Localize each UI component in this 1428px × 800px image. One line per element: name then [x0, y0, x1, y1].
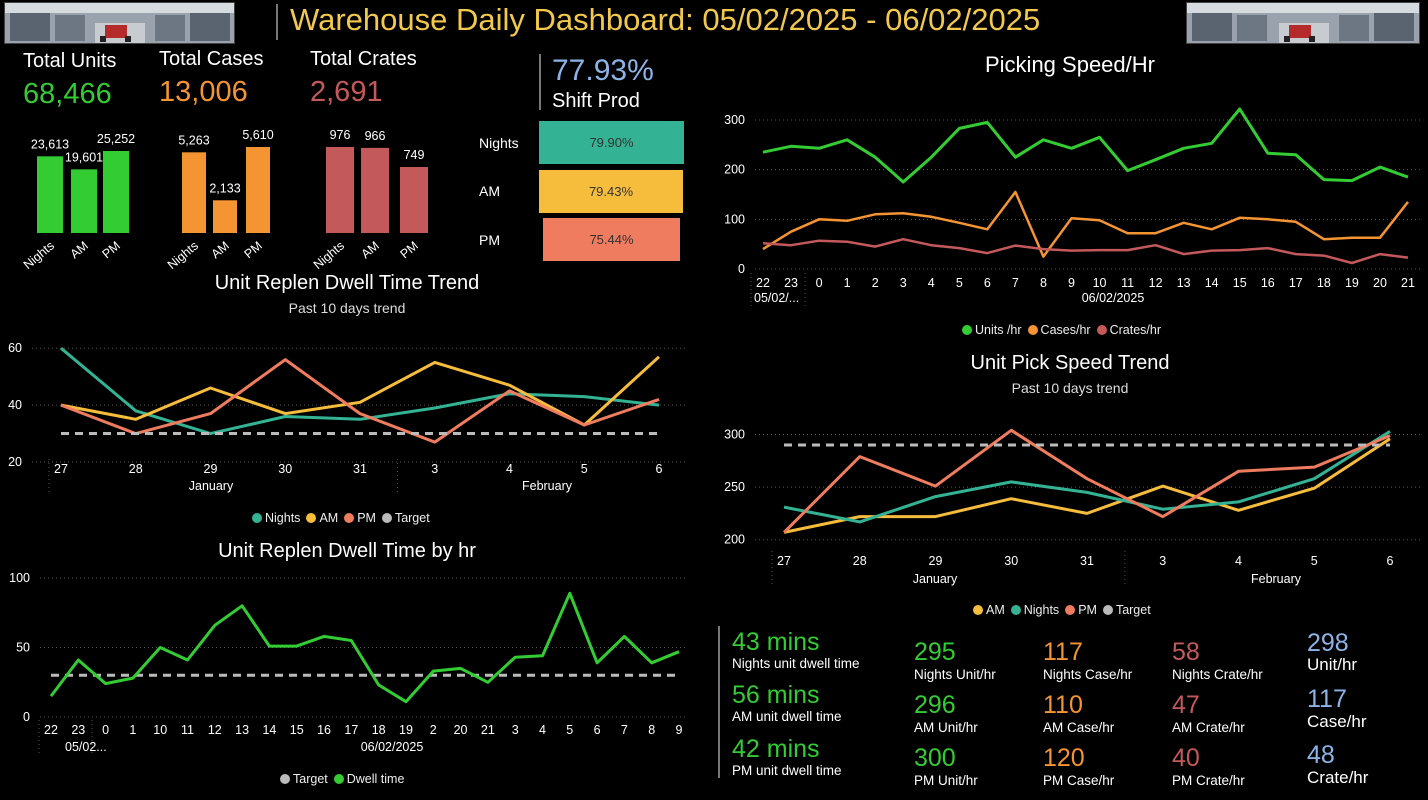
pm-crate-rate: 40 [1172, 744, 1200, 772]
am-dwell-value: 56 mins [732, 681, 820, 709]
am-case-rate: 110 [1043, 691, 1083, 719]
total-unit-rate: 298 [1307, 629, 1349, 657]
am-case-rate-label: AM Case/hr [1043, 720, 1115, 735]
dwell-stats-divider [718, 626, 720, 778]
am-crate-rate-label: AM Crate/hr [1172, 720, 1245, 735]
total-crate-rate: 48 [1307, 741, 1335, 769]
pick-speed-trend-ytick-label: 200 [724, 533, 745, 547]
am-crate-rate: 47 [1172, 691, 1200, 719]
total-crate-rate-label: Crate/hr [1307, 768, 1369, 787]
legend-am-speed: AM [973, 603, 1005, 617]
total-case-rate: 117 [1307, 685, 1347, 713]
pm-case-rate: 120 [1043, 744, 1085, 772]
total-case-rate-label: Case/hr [1307, 712, 1367, 731]
nights-crate-rate-label: Nights Crate/hr [1172, 667, 1263, 682]
pick-speed-trend-xtick-label: 3 [1159, 554, 1166, 568]
am-unit-rate-label: AM Unit/hr [914, 720, 978, 735]
pick-speed-trend-group-label: January [913, 572, 958, 586]
pick-speed-trend-xtick-label: 6 [1387, 554, 1394, 568]
pick-speed-trend-xtick-label: 29 [929, 554, 943, 568]
nights-unit-rate: 295 [914, 638, 956, 666]
pick-speed-trend-xtick-label: 31 [1080, 554, 1094, 568]
legend-nights-speed: Nights [1010, 603, 1059, 617]
pick-speed-trend-group-label: February [1251, 572, 1302, 586]
nights-case-rate: 117 [1043, 638, 1083, 666]
legend-target-speed: Target [1102, 603, 1151, 617]
total-unit-rate-label: Unit/hr [1307, 655, 1358, 674]
pick-speed-trend-xtick-label: 5 [1311, 554, 1318, 568]
pm-case-rate-label: PM Case/hr [1043, 773, 1115, 788]
pm-dwell-label: PM unit dwell time [732, 763, 842, 778]
pick-speed-trend-xtick-label: 28 [853, 554, 867, 568]
pm-crate-rate-label: PM Crate/hr [1172, 773, 1245, 788]
nights-case-rate-label: Nights Case/hr [1043, 667, 1133, 682]
pick-speed-trend-xtick-label: 30 [1004, 554, 1018, 568]
nights-dwell-label: Nights unit dwell time [732, 656, 860, 671]
pick-speed-trend-xtick-label: 27 [777, 554, 791, 568]
legend-pm-speed: PM [1065, 603, 1097, 617]
nights-unit-rate-label: Nights Unit/hr [914, 667, 996, 682]
pick-speed-trend-ytick-label: 250 [724, 480, 745, 494]
nights-dwell-value: 43 mins [732, 628, 820, 656]
pm-unit-rate: 300 [914, 744, 956, 772]
pick-speed-trend-xtick-label: 4 [1235, 554, 1242, 568]
pick-speed-trend-ytick-label: 300 [724, 428, 745, 442]
am-unit-rate: 296 [914, 691, 956, 719]
pm-unit-rate-label: PM Unit/hr [914, 773, 978, 788]
am-dwell-label: AM unit dwell time [732, 709, 842, 724]
nights-crate-rate: 58 [1172, 638, 1200, 666]
pm-dwell-value: 42 mins [732, 735, 820, 763]
pick-speed-trend-legend: AM Nights PM Target [973, 603, 1151, 617]
